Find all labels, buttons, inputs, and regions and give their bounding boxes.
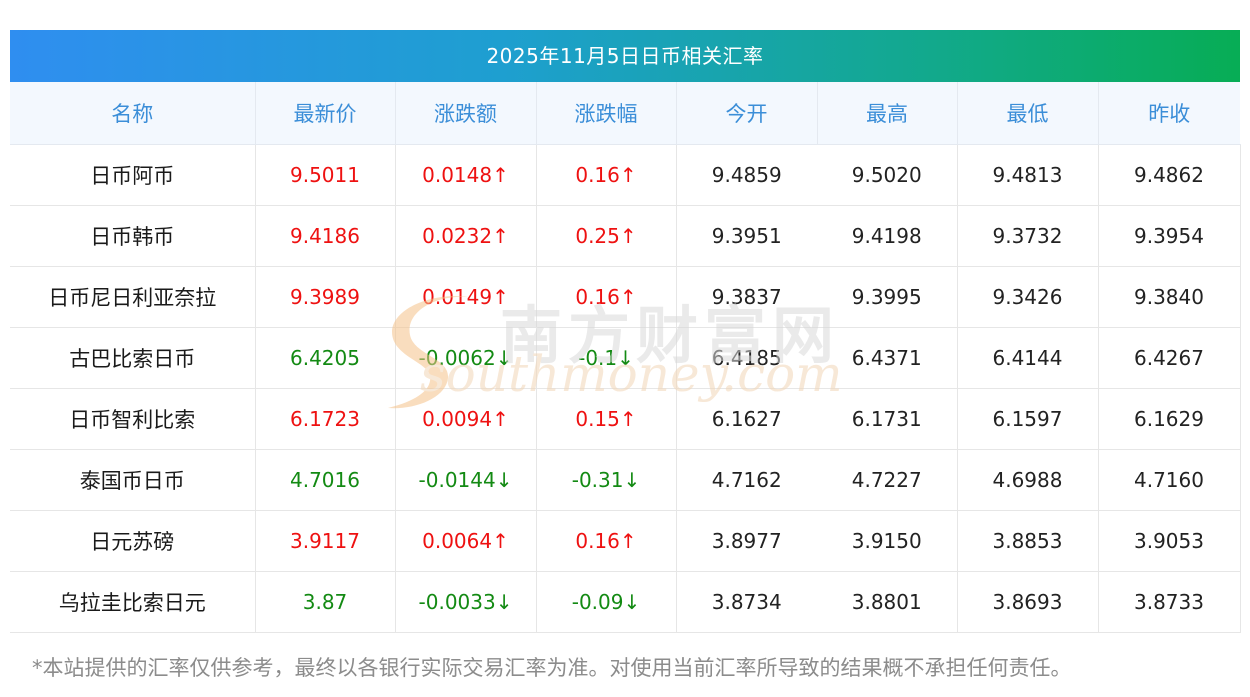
cell-pct: 0.15↑ [536,388,677,450]
cell-latest: 6.1723 [255,388,396,450]
cell-high: 6.4371 [817,327,958,389]
cell-low: 9.3426 [957,266,1099,328]
cell-change: 0.0148↑ [395,144,537,206]
cell-low: 4.6988 [957,449,1099,511]
cell-name: 日币尼日利亚奈拉 [10,266,256,328]
table-row: 日币阿币 9.5011 0.0148↑ 0.16↑ 9.4859 9.5020 9.4813… [10,144,1241,206]
cell-change: 0.0232↑ [395,205,537,267]
cell-latest: 9.3989 [255,266,396,328]
cell-high: 4.7227 [817,449,958,511]
header-open: 今开 [676,82,818,145]
cell-prev: 3.8733 [1098,571,1241,633]
cell-low: 3.8853 [957,510,1099,572]
cell-name: 泰国币日币 [10,449,256,511]
cell-open: 6.1627 [676,388,817,450]
table-row: 日币韩币 9.4186 0.0232↑ 0.25↑ 9.3951 9.4198 9.3732… [10,205,1241,267]
table-row: 古巴比索日币 6.4205 -0.0062↓ -0.1↓ 6.4185 6.4371 6.4… [10,327,1241,389]
cell-pct: -0.09↓ [536,571,677,633]
cell-pct: 0.16↑ [536,510,677,572]
cell-open: 9.3837 [676,266,817,328]
cell-low: 3.8693 [957,571,1099,633]
cell-name: 日币智利比索 [10,388,256,450]
cell-name: 乌拉圭比索日元 [10,571,256,633]
cell-high: 3.8801 [817,571,958,633]
cell-prev: 9.3840 [1098,266,1241,328]
cell-latest: 3.87 [255,571,396,633]
header-high: 最高 [817,82,958,145]
table-row: 日币智利比索 6.1723 0.0094↑ 0.15↑ 6.1627 6.1731 6.15… [10,388,1241,450]
table-row: 泰国币日币 4.7016 -0.0144↓ -0.31↓ 4.7162 4.7227 4.6… [10,449,1241,511]
cell-latest: 6.4205 [255,327,396,389]
table-row: 日元苏磅 3.9117 0.0064↑ 0.16↑ 3.8977 3.9150 3.8853… [10,510,1241,572]
header-latest: 最新价 [255,82,396,145]
table-row: 乌拉圭比索日元 3.87 -0.0033↓ -0.09↓ 3.8734 3.8801 3.8… [10,571,1241,633]
cell-pct: 0.16↑ [536,266,677,328]
header-prev: 昨收 [1098,82,1240,145]
cell-pct: -0.1↓ [536,327,677,389]
cell-prev: 3.9053 [1098,510,1241,572]
cell-change: 0.0064↑ [395,510,537,572]
cell-name: 日元苏磅 [10,510,256,572]
cell-latest: 4.7016 [255,449,396,511]
cell-high: 9.4198 [817,205,958,267]
cell-change: -0.0144↓ [395,449,537,511]
table-title: 2025年11月5日日币相关汇率 [10,30,1240,82]
cell-low: 9.4813 [957,144,1099,206]
cell-high: 3.9150 [817,510,958,572]
cell-change: 0.0094↑ [395,388,537,450]
cell-open: 3.8977 [676,510,817,572]
cell-latest: 9.4186 [255,205,396,267]
cell-name: 日币阿币 [10,144,256,206]
cell-latest: 9.5011 [255,144,396,206]
header-pct: 涨跌幅 [536,82,677,145]
cell-low: 6.4144 [957,327,1099,389]
cell-high: 9.5020 [817,144,958,206]
header-row: 名称 最新价 涨跌额 涨跌幅 今开 最高 最低 昨收 [10,82,1240,145]
cell-change: 0.0149↑ [395,266,537,328]
header-name: 名称 [10,82,256,145]
rate-table-card: 2025年11月5日日币相关汇率 名称 最新价 涨跌额 涨跌幅 今开 最高 最低… [10,30,1241,633]
header-change: 涨跌额 [395,82,537,145]
cell-prev: 9.4862 [1098,144,1241,206]
cell-prev: 6.4267 [1098,327,1241,389]
rate-table: 名称 最新价 涨跌额 涨跌幅 今开 最高 最低 昨收 日币阿币 9.5011 0.0… [10,82,1241,633]
cell-change: -0.0062↓ [395,327,537,389]
cell-high: 9.3995 [817,266,958,328]
disclaimer-footnote: *本站提供的汇率仅供参考，最终以各银行实际交易汇率为准。对使用当前汇率所导致的结… [32,656,1072,680]
table-row: 日币尼日利亚奈拉 9.3989 0.0149↑ 0.16↑ 9.3837 9.3995 9.… [10,266,1241,328]
header-low: 最低 [957,82,1099,145]
cell-high: 6.1731 [817,388,958,450]
cell-open: 3.8734 [676,571,817,633]
cell-name: 古巴比索日币 [10,327,256,389]
cell-low: 9.3732 [957,205,1099,267]
cell-pct: 0.16↑ [536,144,677,206]
cell-open: 4.7162 [676,449,817,511]
cell-open: 9.4859 [676,144,817,206]
cell-open: 9.3951 [676,205,817,267]
cell-change: -0.0033↓ [395,571,537,633]
cell-pct: -0.31↓ [536,449,677,511]
cell-name: 日币韩币 [10,205,256,267]
cell-prev: 6.1629 [1098,388,1241,450]
cell-pct: 0.25↑ [536,205,677,267]
cell-prev: 9.3954 [1098,205,1241,267]
cell-open: 6.4185 [676,327,817,389]
cell-low: 6.1597 [957,388,1099,450]
cell-latest: 3.9117 [255,510,396,572]
cell-prev: 4.7160 [1098,449,1241,511]
